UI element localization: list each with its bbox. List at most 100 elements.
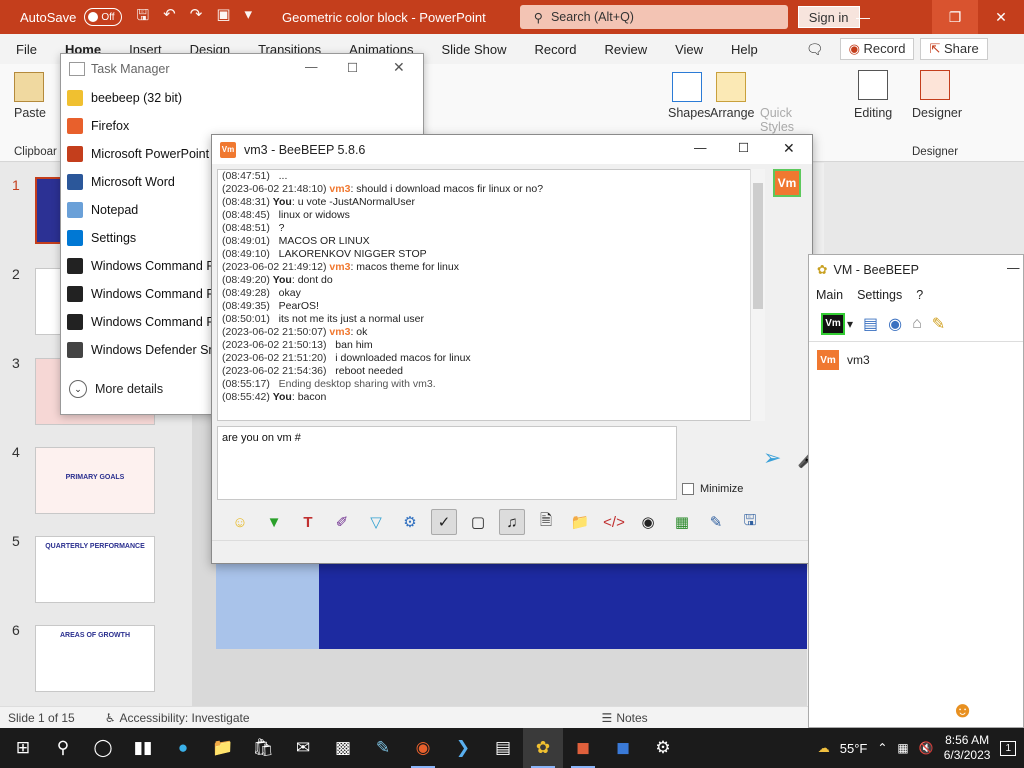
slide-thumb-5[interactable]: QUARTERLY PERFORMANCE: [35, 536, 155, 603]
network-icon[interactable]: ◉: [888, 314, 902, 334]
tab-slide-show[interactable]: Slide Show: [427, 42, 520, 57]
comments-icon[interactable]: 🗨: [806, 41, 824, 58]
autosave-toggle[interactable]: Off: [84, 8, 123, 26]
dictionary-icon[interactable]: ▢: [465, 509, 491, 535]
firefox-icon[interactable]: ◉: [403, 728, 443, 768]
shapes-label[interactable]: Shapes: [668, 106, 710, 120]
message-sender[interactable]: vm3: [329, 261, 350, 273]
cortana-icon[interactable]: ◯: [83, 728, 123, 768]
task-list-item[interactable]: beebeep (32 bit): [61, 84, 423, 112]
minimize-icon[interactable]: —: [305, 60, 318, 74]
message-sender[interactable]: You: [273, 391, 292, 403]
editing-label[interactable]: Editing: [854, 106, 892, 120]
message-sender[interactable]: vm3: [329, 326, 350, 338]
maximize-icon[interactable]: ☐: [738, 140, 749, 155]
message-input[interactable]: are you on vm #: [217, 426, 677, 500]
notification-icon[interactable]: 1: [1000, 740, 1016, 756]
message-sender[interactable]: You: [273, 196, 292, 208]
message-sender[interactable]: vm3: [329, 183, 350, 195]
menu-main[interactable]: Main: [816, 288, 843, 302]
designer-icon[interactable]: [920, 70, 950, 100]
vm3-avatar[interactable]: Vm: [773, 169, 801, 197]
nudge-icon[interactable]: ▼: [261, 509, 287, 535]
powershell-icon[interactable]: ❯: [443, 728, 483, 768]
edit-note-icon[interactable]: ✎: [703, 509, 729, 535]
undo-icon[interactable]: ↶: [163, 5, 176, 30]
close-icon[interactable]: ✕: [978, 0, 1024, 34]
screenshot-icon[interactable]: ◉: [635, 509, 661, 535]
tab-help[interactable]: Help: [717, 42, 772, 57]
find-icon[interactable]: [858, 70, 888, 100]
command-prompt-icon[interactable]: ▩: [323, 728, 363, 768]
task-view-icon[interactable]: ▮▮: [123, 728, 163, 768]
share-button[interactable]: ⇱ Share: [920, 38, 988, 60]
settings-icon[interactable]: ⚙: [643, 728, 683, 768]
file-explorer-icon[interactable]: 📁: [203, 728, 243, 768]
clock[interactable]: 8:56 AM 6/3/2023: [944, 733, 991, 763]
chevron-down-icon[interactable]: ▾: [847, 317, 853, 331]
emoticon-icon[interactable]: ☺: [227, 509, 253, 535]
quick-styles-label[interactable]: Quick Styles: [760, 106, 800, 134]
menu-help[interactable]: ?: [916, 288, 923, 302]
color-icon[interactable]: ✐: [329, 509, 355, 535]
present-icon[interactable]: ▣: [216, 5, 230, 30]
music-icon[interactable]: ♫: [499, 509, 525, 535]
network-icon[interactable]: ▦: [897, 741, 908, 755]
edge-icon[interactable]: ●: [163, 728, 203, 768]
minimize-checkbox[interactable]: Minimize: [682, 483, 743, 495]
paste-icon[interactable]: [14, 72, 44, 102]
maximize-icon[interactable]: ☐: [347, 60, 358, 75]
chevron-up-icon[interactable]: ⌃: [877, 741, 887, 755]
accessibility-status[interactable]: Accessibility: Investigate: [119, 711, 249, 725]
arrange-icon[interactable]: [716, 72, 746, 102]
start-icon[interactable]: ⊞: [3, 728, 43, 768]
filter-icon[interactable]: ▽: [363, 509, 389, 535]
minimize-icon[interactable]: —: [694, 141, 707, 155]
save-chat-icon[interactable]: 🖫: [737, 509, 763, 535]
beebeep-icon[interactable]: ✿: [523, 728, 563, 768]
mail-icon[interactable]: ✉: [283, 728, 323, 768]
tab-record[interactable]: Record: [521, 42, 591, 57]
send-folder-icon[interactable]: 📁: [567, 509, 593, 535]
weather-icon[interactable]: ☁: [818, 741, 830, 755]
designer-label[interactable]: Designer: [912, 106, 962, 120]
notes-button[interactable]: Notes: [616, 711, 647, 725]
search-box[interactable]: ⚲ Search (Alt+Q): [519, 5, 788, 29]
notes-icon[interactable]: ☰: [602, 711, 613, 725]
minimize-icon[interactable]: —: [840, 0, 886, 34]
users-icon[interactable]: ☻: [951, 697, 974, 723]
tab-view[interactable]: View: [661, 42, 717, 57]
settings-gears-icon[interactable]: ⚙: [397, 509, 423, 535]
home-icon[interactable]: ⌂: [912, 315, 922, 333]
volume-icon[interactable]: 🔇: [919, 741, 934, 755]
tab-file[interactable]: File: [0, 42, 51, 57]
record-button[interactable]: ◉ Record: [839, 38, 915, 60]
tab-review[interactable]: Review: [590, 42, 661, 57]
weather-temp[interactable]: 55°F: [840, 741, 868, 756]
customize-qat-icon[interactable]: ▾: [245, 5, 253, 30]
screen-share-icon[interactable]: ▦: [669, 509, 695, 535]
word-icon[interactable]: ◼: [603, 728, 643, 768]
close-icon[interactable]: ✕: [393, 59, 405, 76]
store-icon[interactable]: 🛍: [243, 728, 283, 768]
message-sender[interactable]: You: [273, 274, 292, 286]
profile-icon[interactable]: ▤: [863, 314, 878, 334]
shapes-icon[interactable]: [672, 72, 702, 102]
more-details-button[interactable]: ⌄ More details: [69, 380, 163, 398]
close-icon[interactable]: ✕: [783, 140, 795, 157]
font-icon[interactable]: T: [295, 509, 321, 535]
spellcheck-icon[interactable]: ✓: [431, 509, 457, 535]
search-icon[interactable]: ⚲: [43, 728, 83, 768]
save-icon[interactable]: 🖫: [136, 5, 149, 30]
paste-label[interactable]: Paste: [14, 106, 46, 120]
chat-log[interactable]: (08:47:51) ... (2023-06-02 21:48:10) vm3:…: [217, 169, 763, 421]
send-file-icon[interactable]: 🗎: [533, 509, 559, 535]
chat-scrollbar[interactable]: [750, 169, 765, 421]
notepad-icon[interactable]: ✎: [363, 728, 403, 768]
scroll-thumb[interactable]: [753, 183, 763, 309]
menu-settings[interactable]: Settings: [857, 288, 902, 302]
send-icon[interactable]: ➢: [763, 445, 781, 471]
html-icon[interactable]: </>: [601, 509, 627, 535]
edit-icon[interactable]: ✎: [932, 314, 945, 334]
powerpoint-icon[interactable]: ◼: [563, 728, 603, 768]
